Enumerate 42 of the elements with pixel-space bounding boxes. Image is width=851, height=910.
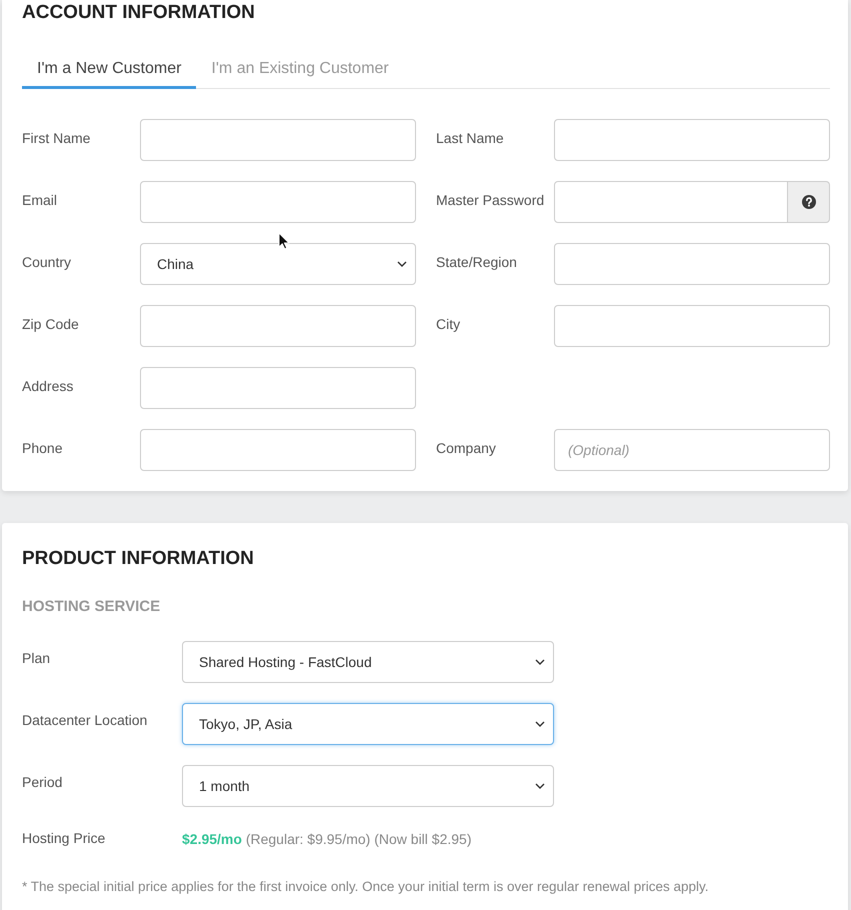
field-label: Master Password: [436, 191, 546, 209]
field-label: Email: [22, 191, 58, 209]
tab[interactable]: I'm a New Customer: [22, 52, 196, 89]
section-title: PRODUCT INFORMATION: [22, 547, 255, 571]
chevron-down-icon: [535, 721, 545, 727]
field-label: Phone: [22, 439, 64, 457]
field-label: City: [436, 315, 462, 333]
field-label: First Name: [22, 129, 92, 147]
price-text: $2.95/mo (Regular: $9.95/mo) (Now bill $2.95): [182, 830, 472, 848]
help-button[interactable]: [788, 181, 830, 223]
input-field[interactable]: [140, 367, 416, 409]
field-label: Country: [22, 253, 72, 271]
section-subtitle: HOSTING SERVICE: [22, 597, 162, 617]
input-field[interactable]: [140, 119, 416, 161]
field-label: Company: [436, 439, 497, 457]
input-field[interactable]: [554, 305, 830, 347]
mouse-pointer-icon: [278, 232, 290, 250]
field-label: Period: [22, 773, 64, 791]
dropdown-select[interactable]: 1 month: [182, 765, 554, 807]
field-label: Address: [22, 377, 74, 395]
chevron-down-icon: [535, 783, 545, 789]
field-label: Hosting Price: [22, 829, 106, 847]
field-label: Datacenter Location: [22, 711, 148, 729]
input-field[interactable]: [554, 243, 830, 285]
country-select[interactable]: China: [140, 243, 416, 285]
footnote-text: * The special initial price applies for the first invoice only. Once your initial term is over regular renewal prices apply.: [22, 878, 710, 895]
chevron-down-icon: [397, 261, 407, 267]
field-label: Plan: [22, 649, 52, 667]
input-field[interactable]: [140, 181, 416, 223]
field-label: State/Region: [436, 253, 518, 271]
field-label: Zip Code: [22, 315, 80, 333]
input-field[interactable]: [140, 305, 416, 347]
section-title: ACCOUNT INFORMATION: [22, 1, 256, 25]
input-field[interactable]: [554, 119, 830, 161]
input-field[interactable]: [140, 429, 416, 471]
input-field[interactable]: (Optional): [554, 429, 830, 471]
password-field[interactable]: [554, 181, 788, 223]
dropdown-select[interactable]: Tokyo, JP, Asia: [182, 703, 554, 745]
field-label: Last Name: [436, 129, 505, 147]
dropdown-select[interactable]: Shared Hosting - FastCloud: [182, 641, 554, 683]
help-icon: [802, 195, 816, 209]
chevron-down-icon: [535, 659, 545, 665]
